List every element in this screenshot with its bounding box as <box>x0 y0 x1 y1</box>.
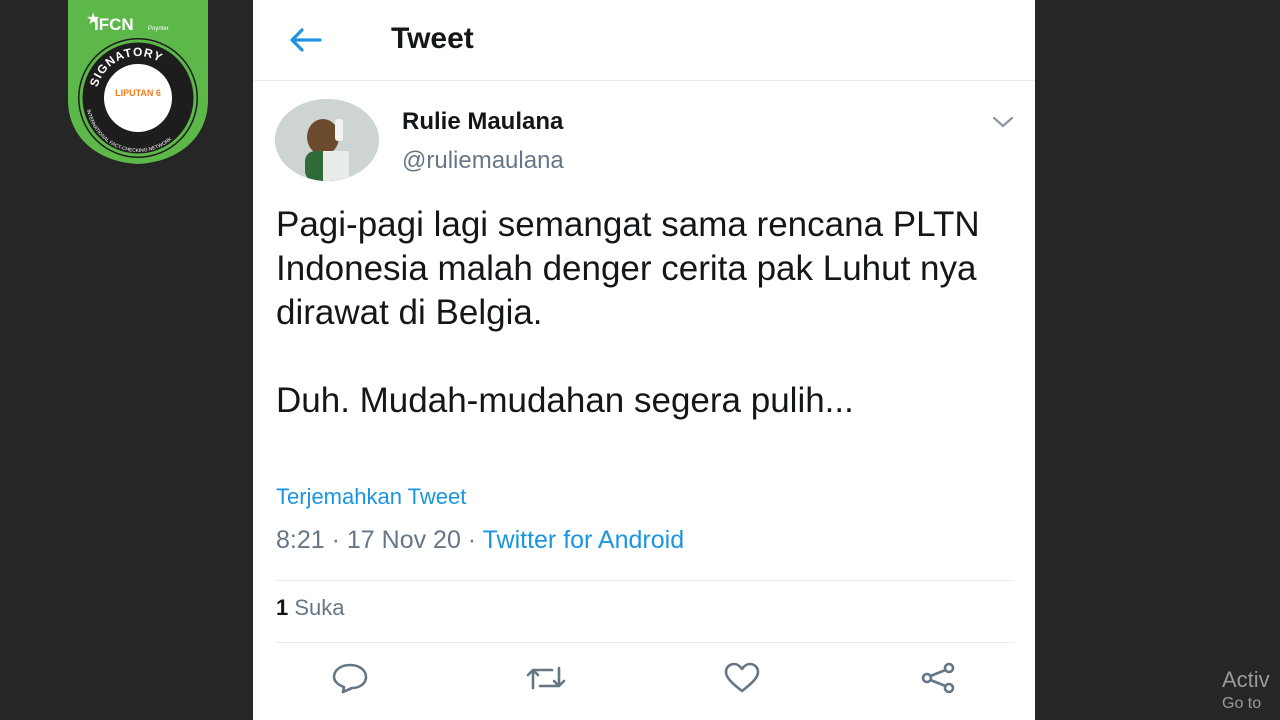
tweet-screen: Tweet Rulie Maulana @ruliemaulana Pagi-p… <box>253 0 1035 720</box>
ifcn-signatory-badge: IFCN Poynter ★ SIGNATORY INTERNATIONAL F… <box>66 0 210 164</box>
author-handle[interactable]: @ruliemaulana <box>402 147 564 175</box>
top-bar: Tweet <box>253 0 1035 81</box>
back-arrow-icon <box>290 28 322 52</box>
avatar[interactable] <box>275 99 379 181</box>
share-button[interactable] <box>916 658 960 698</box>
tweet-meta: 8:21 · 17 Nov 20 · Twitter for Android <box>276 526 685 554</box>
back-button[interactable] <box>283 20 327 60</box>
tweet-time: 8:21 <box>276 526 325 554</box>
reply-button[interactable] <box>328 658 372 698</box>
likes-number: 1 <box>276 595 289 620</box>
reply-icon <box>332 663 368 694</box>
watermark-line: Activ <box>1222 667 1270 692</box>
watermark-line: Go to <box>1222 695 1262 712</box>
chevron-down-icon <box>992 116 1014 128</box>
svg-text:Poynter: Poynter <box>148 26 169 32</box>
heart-icon <box>724 662 760 693</box>
svg-text:LIPUTAN 6: LIPUTAN 6 <box>115 88 161 98</box>
tweet-text-paragraph: Duh. Mudah-mudahan segera pulih... <box>276 381 854 420</box>
retweet-icon <box>526 666 566 690</box>
translate-tweet-link[interactable]: Terjemahkan Tweet <box>276 484 466 510</box>
tweet-text: Pagi-pagi lagi semangat sama rencana PLT… <box>276 203 1026 423</box>
divider <box>276 580 1014 581</box>
like-button[interactable] <box>720 658 764 698</box>
author-name[interactable]: Rulie Maulana <box>402 108 563 136</box>
page-title: Tweet <box>391 22 474 55</box>
divider <box>276 642 1014 643</box>
windows-activation-watermark: Activ Go to <box>1222 668 1270 716</box>
tweet-menu-button[interactable] <box>991 112 1015 132</box>
tweet-text-paragraph: Pagi-pagi lagi semangat sama rencana PLT… <box>276 205 980 332</box>
tweet-source-link[interactable]: Twitter for Android <box>483 526 684 554</box>
tweet-date: 17 Nov 20 <box>346 526 461 554</box>
share-icon <box>921 662 955 694</box>
likes-label: Suka <box>294 595 345 620</box>
svg-text:★: ★ <box>86 11 100 28</box>
likes-count[interactable]: 1 Suka <box>276 595 345 621</box>
retweet-button[interactable] <box>524 658 568 698</box>
